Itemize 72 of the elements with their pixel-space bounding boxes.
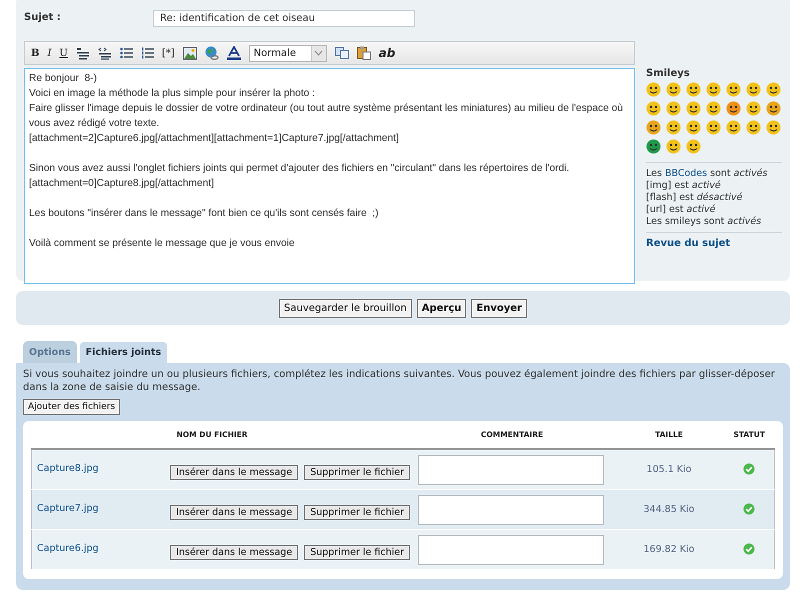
smiley-icon[interactable]: [706, 82, 721, 97]
quote-icon[interactable]: [76, 46, 90, 60]
smiley-icon[interactable]: [746, 120, 761, 135]
bbcode-status-text: [url] est activé: [646, 204, 716, 216]
submit-button[interactable]: Envoyer: [471, 298, 527, 318]
smiley-icon[interactable]: [686, 101, 701, 116]
smiley-icon[interactable]: [726, 101, 741, 116]
add-files-button[interactable]: Ajouter des fichiers: [23, 399, 120, 415]
smiley-icon[interactable]: [646, 101, 661, 116]
bbcode-status-text: [flash] est désactivé: [646, 192, 744, 204]
smiley-icon[interactable]: [766, 120, 781, 135]
smiley-icon[interactable]: [666, 82, 681, 97]
smiley-icon[interactable]: [766, 101, 781, 116]
smiley-icon[interactable]: [706, 120, 721, 135]
comment-field[interactable]: [418, 494, 604, 524]
font-size-select[interactable]: Normale: [248, 44, 327, 62]
file-size: 344.85 Kio: [644, 504, 694, 515]
topic-review-link[interactable]: Revue du sujet: [646, 238, 782, 249]
bbcode-status-text: [img] est activé: [646, 180, 722, 192]
smiley-icon[interactable]: [646, 120, 661, 135]
smiley-icon[interactable]: [726, 120, 741, 135]
smileys-heading: Smileys: [646, 68, 691, 79]
file-name-link[interactable]: Capture7.jpg: [37, 503, 99, 514]
copy-icon[interactable]: [334, 47, 349, 59]
text-color-icon[interactable]: [226, 46, 241, 60]
bbcodes-link[interactable]: BBCodes: [664, 168, 708, 179]
insert-button[interactable]: Insérer dans le message: [170, 545, 298, 560]
format-button[interactable]: B: [31, 48, 40, 58]
smiley-icon[interactable]: [746, 82, 761, 97]
smiley-icon[interactable]: [666, 139, 681, 154]
bullet-list-icon[interactable]: [120, 47, 133, 59]
message-field[interactable]: Re bonjour 8-) Voici en image la méthode la plus simple pour insérer la photo : Faire glisser l'image depuis le dossier de votre ordinateur (ou tout autre système présentant les miniatures) au milieu de l'espace où vous avez rédigé votre texte. [attachment=2]Capture6.jpg[/attachment][attachment=1]Capture7.jpg[/attachment] Sinon vous avez aussi l'onglet fichiers joints qui permet d'ajouter des fichiers en "circulant" dans les répertoires de l'ordi. [attachment=0]Capture8.jpg[/attachment] Les boutons "insérer dans le message" font bien ce qu'ils sont censés faire ;) Voilà comment se présente le message que je vous envoie: [24, 68, 635, 284]
format-button[interactable]: I: [47, 48, 52, 58]
submit-button[interactable]: Aperçu: [416, 298, 466, 318]
smiley-icon[interactable]: [646, 139, 661, 154]
file-size: 169.82 Kio: [644, 544, 694, 555]
smiley-icon[interactable]: [686, 120, 701, 135]
smiley-icon[interactable]: [666, 120, 681, 135]
numbered-list-icon[interactable]: [140, 47, 154, 59]
smiley-icon[interactable]: [746, 101, 761, 116]
subject-label: Sujet :: [24, 12, 62, 22]
format-button[interactable]: U: [59, 48, 68, 58]
smiley-icon[interactable]: [666, 101, 681, 116]
comment-field[interactable]: [418, 454, 604, 484]
delete-file-button[interactable]: Supprimer le fichier: [304, 465, 410, 480]
file-size: 105.1 Kio: [646, 464, 692, 475]
smiley-icon[interactable]: [686, 139, 701, 154]
smiley-icon[interactable]: [706, 101, 721, 116]
format-button[interactable]: [*]: [162, 48, 175, 58]
subject-field[interactable]: Re: identification de cet oiseau: [153, 10, 415, 26]
insert-button[interactable]: Insérer dans le message: [170, 505, 298, 520]
bbcode-status-text: Les smileys sont activés: [646, 216, 762, 228]
globe-link-icon[interactable]: [204, 46, 219, 60]
bbcode-status-text: Les BBCodes sont activés: [646, 168, 768, 180]
dropdown-caret-icon: [314, 50, 324, 56]
image-icon[interactable]: [182, 46, 197, 60]
submit-button[interactable]: Sauvegarder le brouillon: [279, 298, 412, 318]
smiley-icon[interactable]: [686, 82, 701, 97]
comment-field[interactable]: [418, 534, 604, 564]
smiley-icon[interactable]: [726, 82, 741, 97]
smiley-icon[interactable]: [646, 82, 661, 97]
tab[interactable]: Fichiers joints: [78, 341, 168, 363]
attachments-instructions: Si vous souhaitez joindre un ou plusieurs fichiers, complétez les indications suivantes. Vous pouvez également joindre des fichiers par glisser-déposer dans la zone de saisie du message.: [23, 368, 776, 394]
delete-file-button[interactable]: Supprimer le fichier: [304, 545, 410, 560]
paste-icon[interactable]: [356, 46, 371, 60]
file-name-link[interactable]: Capture6.jpg: [37, 543, 99, 554]
format-button[interactable]: ab: [378, 46, 396, 60]
code-icon[interactable]: [98, 46, 112, 60]
smiley-icon[interactable]: [766, 82, 781, 97]
insert-button[interactable]: Insérer dans le message: [170, 465, 298, 480]
delete-file-button[interactable]: Supprimer le fichier: [304, 505, 410, 520]
file-name-link[interactable]: Capture8.jpg: [37, 463, 99, 474]
